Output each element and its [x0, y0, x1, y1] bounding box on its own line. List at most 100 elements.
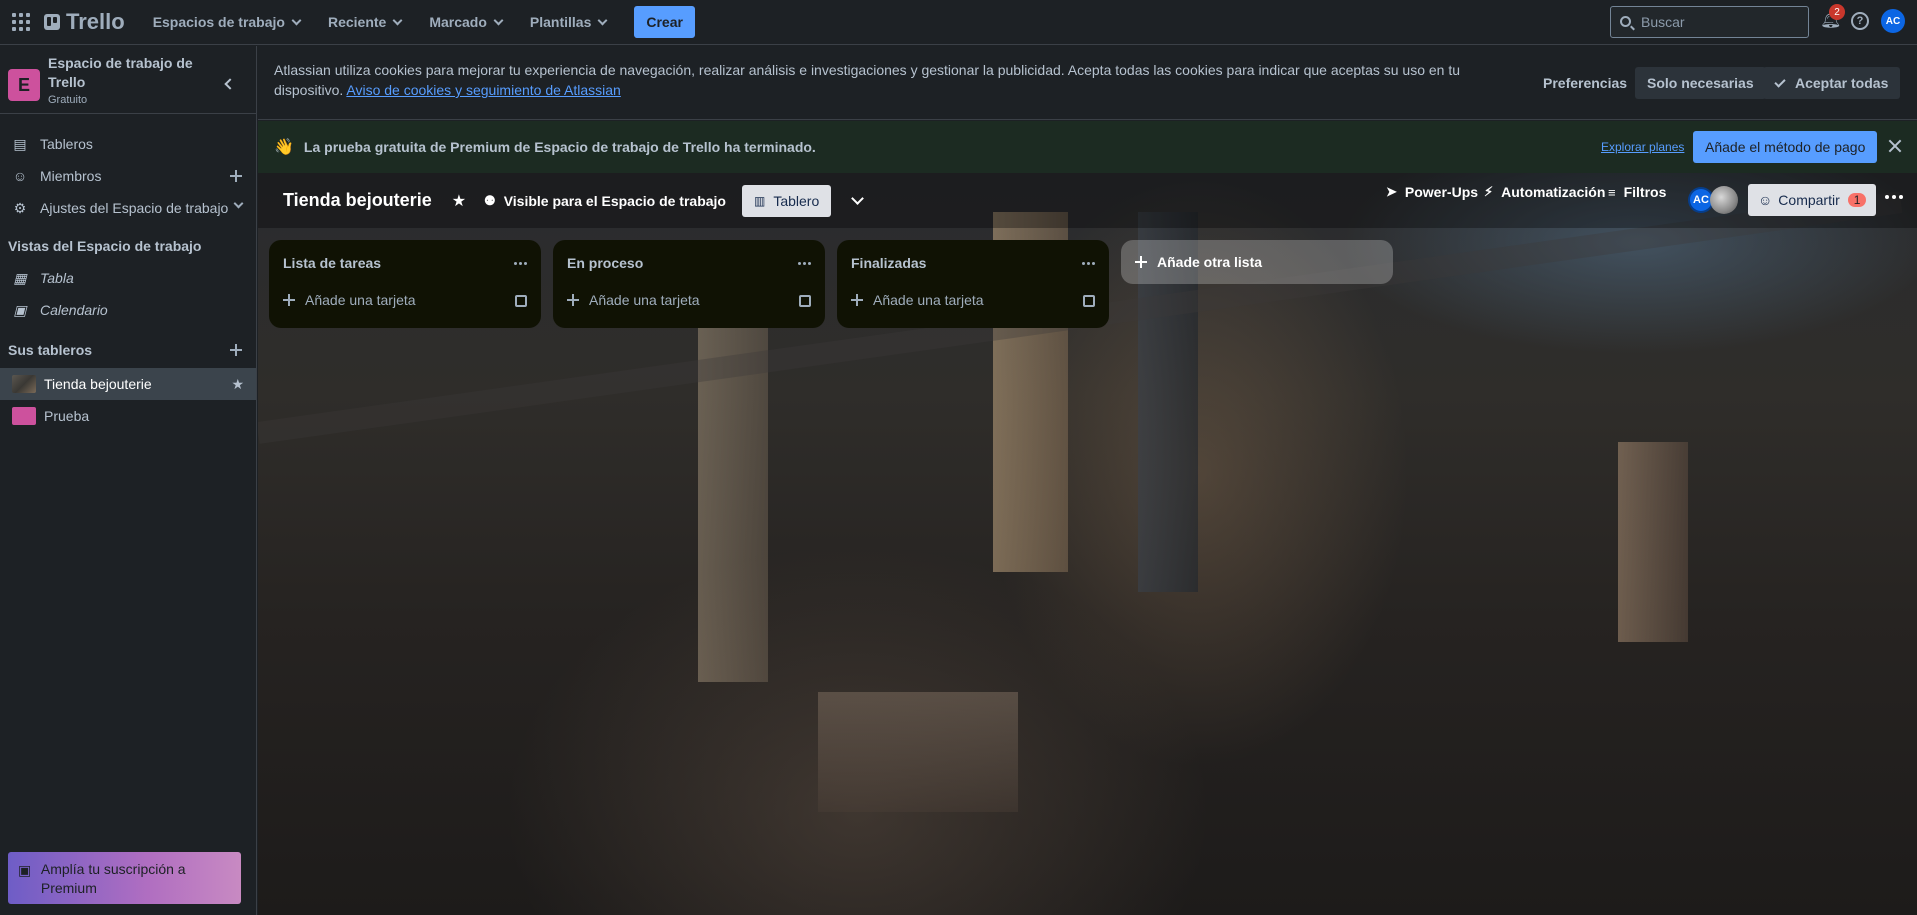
upgrade-premium-button[interactable]: ▣ Amplía tu suscripción a Premium — [8, 852, 241, 904]
nav-templates-label: Plantillas — [529, 14, 592, 30]
sidebar-item-settings[interactable]: ⚙ Ajustes del Espacio de trabajo — [0, 192, 256, 224]
list-actions-icon[interactable] — [514, 262, 527, 265]
list-title[interactable]: Finalizadas — [851, 255, 926, 271]
share-button[interactable]: ☺ Compartir 1 — [1748, 184, 1877, 216]
add-card-button[interactable]: Añade una tarjeta — [851, 292, 984, 308]
list-column: Lista de tareas Añade una tarjeta — [269, 240, 541, 328]
sidebar-item-members[interactable]: ☺ Miembros — [0, 160, 256, 192]
add-list-button[interactable]: Añade otra lista — [1121, 240, 1393, 284]
cookie-accept-all-button[interactable]: Aceptar todas — [1763, 67, 1901, 99]
list-actions-icon[interactable] — [798, 262, 811, 265]
add-payment-method-button[interactable]: Añade el método de pago — [1693, 131, 1878, 163]
nav-starred[interactable]: Marcado — [417, 6, 514, 38]
add-board-icon[interactable] — [230, 344, 242, 356]
search-icon — [1620, 16, 1631, 27]
board-menu-icon[interactable] — [1885, 195, 1903, 199]
upgrade-premium-label: Amplía tu suscripción a Premium — [40, 861, 186, 896]
list-title[interactable]: Lista de tareas — [283, 255, 381, 271]
workspace-info: Espacio de trabajo de Trello Gratuito — [48, 54, 198, 106]
sidebar-board-prueba[interactable]: Prueba — [0, 400, 256, 432]
list-actions-icon[interactable] — [1082, 262, 1095, 265]
board-visibility-button[interactable]: ⚉ Visible para el Espacio de trabajo — [484, 193, 726, 209]
plus-icon — [1135, 256, 1147, 268]
card-template-icon[interactable] — [515, 295, 527, 307]
app-switcher-icon[interactable] — [12, 13, 30, 31]
powerups-button[interactable]: ➤ Power-Ups — [1386, 184, 1478, 200]
chevron-down-icon — [392, 15, 403, 25]
help-icon[interactable]: ? — [1851, 12, 1869, 30]
add-list-label: Añade otra lista — [1157, 254, 1263, 270]
explore-plans-link[interactable]: Explorar planes — [1601, 140, 1684, 154]
automation-label: Automatización — [1501, 184, 1606, 200]
cookie-policy-link[interactable]: Aviso de cookies y seguimiento de Atlass… — [346, 82, 620, 98]
your-boards-title: Sus tableros — [8, 342, 93, 358]
search-placeholder: Buscar — [1641, 14, 1685, 30]
cookie-necessary-button[interactable]: Solo necesarias — [1635, 67, 1766, 99]
star-board-icon[interactable]: ★ — [452, 191, 466, 211]
share-count-badge: 1 — [1847, 193, 1867, 207]
sidebar-view-label: Tabla — [40, 270, 74, 286]
board-view-icon: ▥ — [753, 193, 766, 208]
premium-icon: ▣ — [18, 862, 32, 878]
cookie-consent-banner: Atlassian utiliza cookies para mejorar t… — [258, 46, 1917, 120]
filter-icon: ≡ — [1608, 184, 1616, 200]
trello-logo[interactable]: Trello — [44, 9, 125, 35]
sidebar-item-label: Ajustes del Espacio de trabajo — [40, 200, 229, 216]
members-icon: ☺ — [12, 168, 28, 184]
cookie-accept-label: Aceptar todas — [1795, 75, 1889, 91]
trial-ended-banner: 👋 La prueba gratuita de Premium de Espac… — [258, 121, 1917, 173]
board-title[interactable]: Tienda bejouterie — [283, 190, 432, 211]
sidebar-view-calendar[interactable]: ▣ Calendario — [0, 294, 256, 326]
workspace-plan: Gratuito — [48, 94, 88, 106]
filters-button[interactable]: ≡ Filtros — [1608, 184, 1666, 200]
calendar-icon: ▣ — [13, 301, 27, 318]
nav-workspaces[interactable]: Espacios de trabajo — [141, 6, 312, 38]
waving-hand-icon: 👋 — [274, 139, 294, 156]
plus-icon — [851, 294, 863, 306]
lightning-icon: ⚡︎ — [1484, 184, 1494, 199]
sidebar-board-label: Tienda bejouterie — [44, 376, 152, 392]
add-card-button[interactable]: Añade una tarjeta — [567, 292, 700, 308]
card-template-icon[interactable] — [799, 295, 811, 307]
star-icon[interactable]: ★ — [231, 376, 244, 393]
chevron-down-icon[interactable] — [851, 192, 865, 205]
nav-workspaces-label: Espacios de trabajo — [152, 14, 285, 30]
nav-templates[interactable]: Plantillas — [518, 6, 618, 38]
add-card-button[interactable]: Añade una tarjeta — [283, 292, 416, 308]
cookie-preferences-button[interactable]: Preferencias — [1531, 67, 1639, 99]
top-navigation-bar: Trello Espacios de trabajo Reciente Marc… — [0, 0, 1917, 45]
sidebar-item-boards[interactable]: ▤ Tableros — [0, 128, 256, 160]
board-view-label: Tablero — [773, 192, 820, 209]
member-photo-avatar[interactable] — [1710, 186, 1738, 214]
top-nav-menu: Espacios de trabajo Reciente Marcado Pla… — [141, 6, 695, 38]
your-boards-heading: Sus tableros — [0, 334, 256, 366]
board-main-area: Atlassian utiliza cookies para mejorar t… — [258, 46, 1917, 915]
chevron-down-icon — [597, 15, 608, 25]
notifications-count-badge: 2 — [1829, 4, 1845, 20]
add-card-label: Añade una tarjeta — [873, 292, 984, 308]
card-template-icon[interactable] — [1083, 295, 1095, 307]
workspace-name[interactable]: Espacio de trabajo de Trello — [48, 54, 198, 92]
search-input[interactable]: Buscar — [1610, 6, 1809, 38]
workspace-sidebar: E Espacio de trabajo de Trello Gratuito … — [0, 46, 257, 915]
close-icon[interactable] — [1888, 139, 1902, 153]
add-person-icon: ☺ — [1758, 192, 1773, 208]
sidebar-view-table[interactable]: ▦ Tabla — [0, 262, 256, 294]
list-title[interactable]: En proceso — [567, 255, 643, 271]
chevron-down-icon — [291, 15, 302, 25]
add-card-label: Añade una tarjeta — [589, 292, 700, 308]
board-thumbnail — [12, 375, 36, 393]
board-view-button[interactable]: ▥ Tablero — [741, 184, 832, 217]
add-card-label: Añade una tarjeta — [305, 292, 416, 308]
create-button[interactable]: Crear — [634, 6, 695, 38]
user-avatar[interactable]: AC — [1881, 9, 1905, 33]
sidebar-board-label: Prueba — [44, 408, 90, 424]
sidebar-board-tienda-bejouterie[interactable]: Tienda bejouterie ★ — [0, 368, 256, 400]
collapse-sidebar-icon[interactable] — [224, 78, 236, 90]
board-header: Tienda bejouterie ★ ⚉ Visible para el Es… — [258, 173, 1917, 228]
add-member-icon[interactable] — [230, 170, 242, 182]
workspace-views-heading: Vistas del Espacio de trabajo — [8, 238, 202, 254]
automation-button[interactable]: ⚡︎ Automatización — [1484, 184, 1605, 200]
nav-recent[interactable]: Reciente — [316, 6, 413, 38]
plus-icon — [283, 294, 295, 306]
